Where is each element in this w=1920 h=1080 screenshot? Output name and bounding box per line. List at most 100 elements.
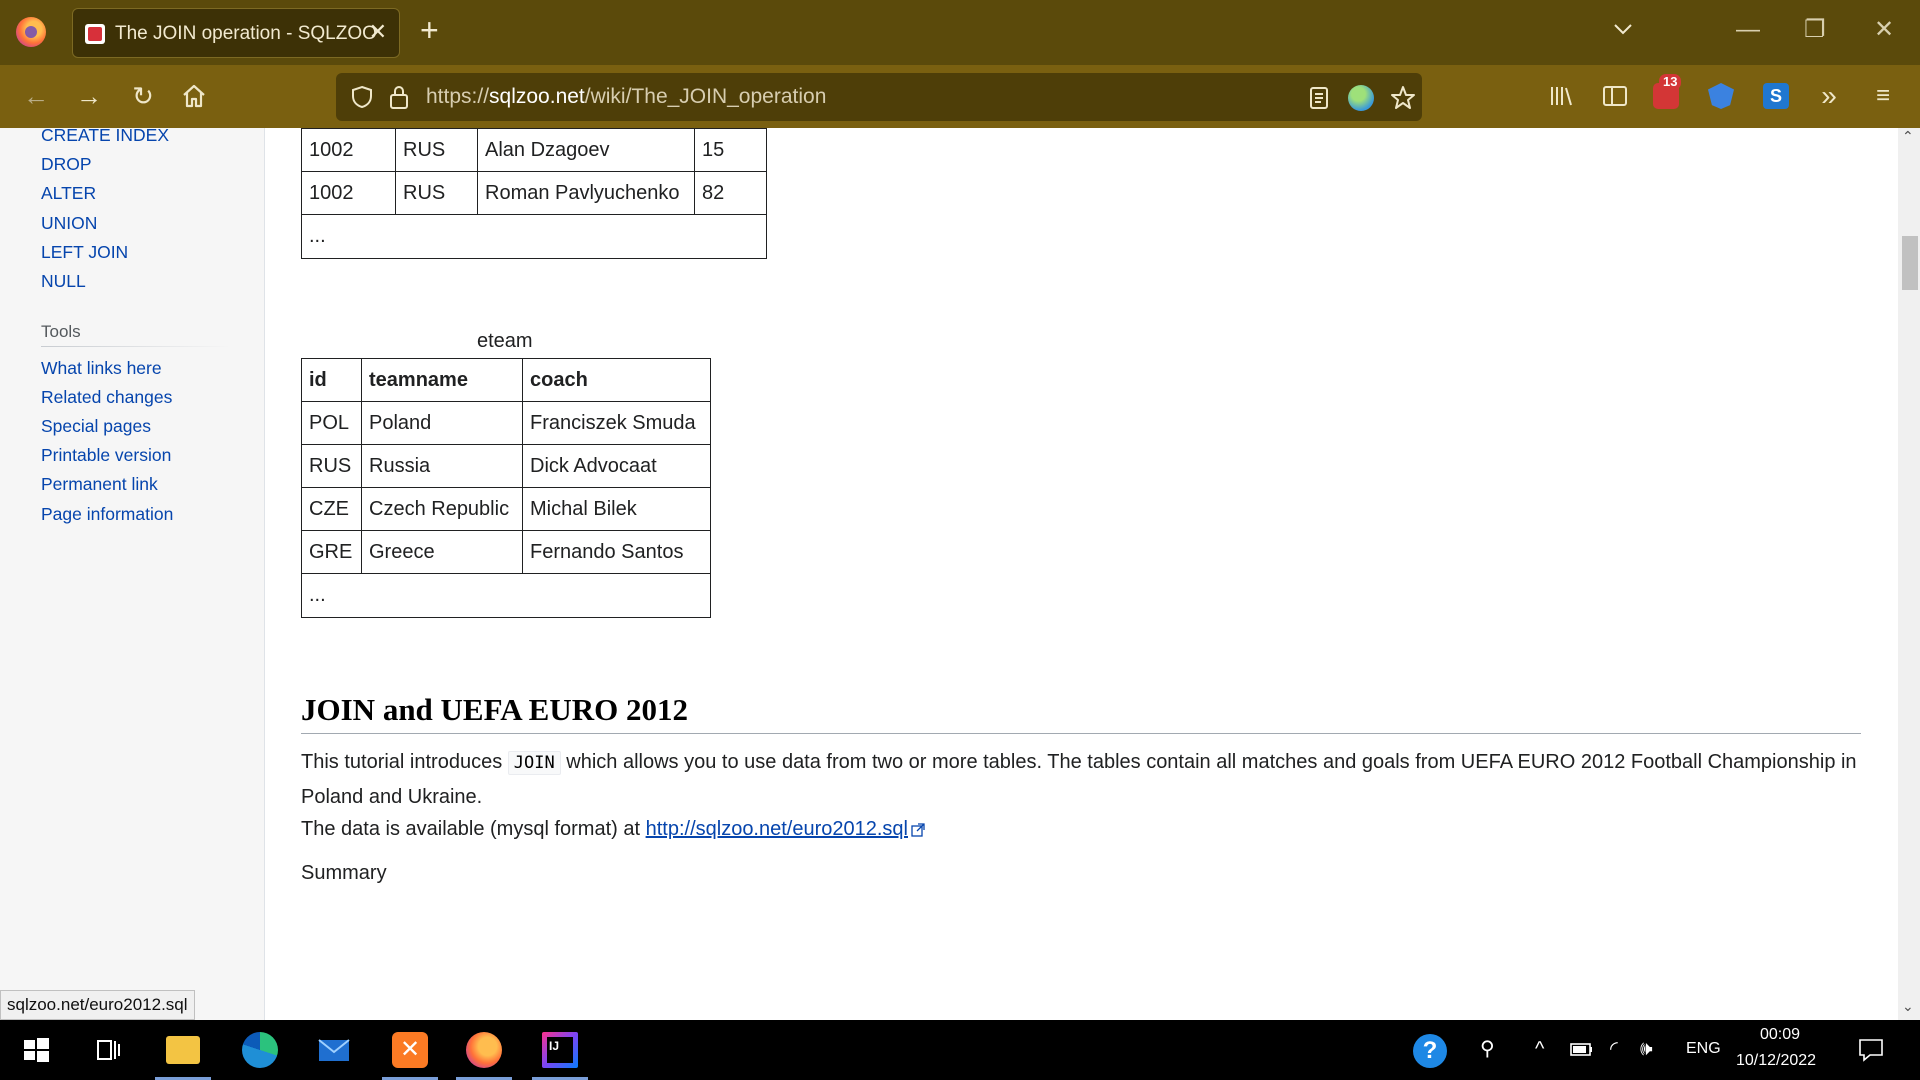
- notifications-icon[interactable]: [1858, 1038, 1884, 1062]
- external-link-icon: [911, 823, 925, 837]
- table-cell: Fernando Santos: [522, 530, 711, 574]
- scrollbar-thumb[interactable]: [1902, 236, 1918, 290]
- back-arrow-icon[interactable]: ←: [19, 79, 53, 113]
- volume-icon[interactable]: 🕪: [1640, 1038, 1653, 1060]
- reload-icon[interactable]: ↻: [126, 79, 160, 113]
- intellij-idea-icon[interactable]: IJ: [542, 1032, 578, 1068]
- section-heading: JOIN and UEFA EURO 2012: [301, 692, 688, 727]
- page-scrollbar[interactable]: ⌃ ⌄: [1898, 128, 1920, 1020]
- table-cell: POL: [301, 401, 362, 445]
- bookmark-star-icon[interactable]: [1390, 85, 1416, 111]
- data-text: The data is available (mysql format) at: [301, 818, 646, 840]
- table-cell: Roman Pavlyuchenko: [477, 171, 695, 215]
- url-text[interactable]: https://sqlzoo.net/wiki/The_JOIN_operati…: [426, 85, 826, 109]
- windows-start-icon[interactable]: [18, 1032, 54, 1068]
- sidebar-link-create-index[interactable]: CREATE INDEX: [41, 128, 169, 146]
- translate-globe-icon[interactable]: [1348, 85, 1374, 111]
- url-host: sqlzoo.net: [489, 85, 585, 108]
- sidebar-toggle-icon[interactable]: [1600, 81, 1630, 111]
- summary-text: Summary: [301, 862, 387, 884]
- url-prefix: https://: [426, 85, 490, 108]
- table-cell: Czech Republic: [361, 487, 523, 531]
- new-tab-button[interactable]: +: [420, 14, 439, 46]
- minimize-button[interactable]: —: [1736, 18, 1760, 42]
- help-question-icon[interactable]: ?: [1413, 1034, 1447, 1068]
- forward-arrow-icon[interactable]: →: [72, 79, 106, 113]
- table-cell: RUS: [395, 171, 478, 215]
- people-icon[interactable]: ⚲: [1480, 1038, 1495, 1060]
- tracking-protection-shield-icon[interactable]: [350, 85, 374, 109]
- table-cell: Poland: [361, 401, 523, 445]
- padlock-icon[interactable]: [388, 84, 410, 110]
- table-row-ellipsis: ...: [301, 573, 711, 618]
- wiki-sidebar: CREATE INDEX DROP ALTER UNION LEFT JOIN …: [0, 128, 265, 1020]
- table-cell: Greece: [361, 530, 523, 574]
- table-cell: ...: [301, 573, 711, 618]
- edge-browser-icon[interactable]: [242, 1032, 278, 1068]
- clock-date[interactable]: 10/12/2022: [1736, 1052, 1816, 1070]
- heading-divider: [301, 733, 1861, 734]
- library-icon[interactable]: [1546, 81, 1576, 111]
- extension-s-icon[interactable]: S: [1763, 83, 1789, 109]
- sidebar-link-printable-version[interactable]: Printable version: [41, 445, 171, 466]
- browser-nav-bar: ← → ↻ https://sqlzoo.net/wiki/The_JOIN_o…: [0, 65, 1920, 128]
- link-status-bar: sqlzoo.net/euro2012.sql: [0, 990, 195, 1020]
- table-cell: RUS: [301, 444, 362, 488]
- clock-time[interactable]: 00:09: [1760, 1026, 1800, 1044]
- mail-icon[interactable]: [316, 1032, 352, 1068]
- firefox-logo-icon[interactable]: [16, 17, 46, 47]
- table-row: POL Poland Franciszek Smuda: [301, 401, 711, 445]
- wifi-icon[interactable]: ◜: [1610, 1038, 1618, 1060]
- table-cell: 1002: [301, 128, 396, 172]
- task-view-icon[interactable]: [90, 1032, 126, 1068]
- firefox-taskbar-icon[interactable]: [466, 1032, 502, 1068]
- sidebar-link-related-changes[interactable]: Related changes: [41, 387, 172, 408]
- home-icon[interactable]: [180, 82, 208, 110]
- sidebar-link-page-information[interactable]: Page information: [41, 504, 173, 525]
- restore-button[interactable]: ❐: [1804, 18, 1826, 42]
- data-paragraph: The data is available (mysql format) at …: [301, 812, 1861, 846]
- column-header: teamname: [361, 358, 523, 402]
- sidebar-link-special-pages[interactable]: Special pages: [41, 416, 151, 437]
- show-hidden-icons-chevron-icon[interactable]: ^: [1535, 1038, 1544, 1060]
- table-cell: CZE: [301, 487, 362, 531]
- browser-tab-active[interactable]: The JOIN operation - SQLZOO ✕: [72, 8, 400, 58]
- euro2012-sql-link[interactable]: http://sqlzoo.net/euro2012.sql: [646, 818, 908, 840]
- table-cell: 1002: [301, 171, 396, 215]
- table-cell: Russia: [361, 444, 523, 488]
- overflow-menu-chevron-icon[interactable]: »: [1814, 81, 1844, 111]
- xampp-icon[interactable]: ✕: [392, 1032, 428, 1068]
- battery-icon[interactable]: [1570, 1038, 1594, 1060]
- sidebar-link-what-links-here[interactable]: What links here: [41, 358, 162, 379]
- sidebar-link-alter[interactable]: ALTER: [41, 183, 96, 204]
- sidebar-link-null[interactable]: NULL: [41, 271, 86, 292]
- eteam-table: id teamname coach POL Poland Franciszek …: [301, 358, 711, 618]
- table-cell: ...: [301, 214, 767, 259]
- column-header: id: [301, 358, 362, 402]
- file-explorer-icon[interactable]: [166, 1036, 200, 1064]
- reader-view-icon[interactable]: [1306, 85, 1332, 111]
- table-cell: 15: [694, 128, 767, 172]
- eteam-caption: eteam: [477, 330, 533, 352]
- sidebar-link-union[interactable]: UNION: [41, 213, 97, 234]
- hamburger-menu-icon[interactable]: ≡: [1868, 81, 1898, 111]
- scroll-up-arrow-icon[interactable]: ⌃: [1902, 128, 1914, 145]
- web-page: CREATE INDEX DROP ALTER UNION LEFT JOIN …: [0, 128, 1898, 1020]
- join-code: JOIN: [507, 751, 561, 775]
- column-header: coach: [522, 358, 711, 402]
- table-row: GRE Greece Fernando Santos: [301, 530, 711, 574]
- sidebar-link-left-join[interactable]: LEFT JOIN: [41, 242, 128, 263]
- table-row: 1002 RUS Alan Dzagoev 15: [301, 128, 767, 172]
- window-close-button[interactable]: ✕: [1874, 18, 1894, 42]
- table-cell: Dick Advocaat: [522, 444, 711, 488]
- table-cell: Alan Dzagoev: [477, 128, 695, 172]
- tab-close-icon[interactable]: ✕: [369, 21, 387, 43]
- list-all-tabs-icon[interactable]: [1612, 18, 1634, 40]
- language-indicator[interactable]: ENG: [1686, 1040, 1721, 1058]
- sidebar-link-drop[interactable]: DROP: [41, 154, 92, 175]
- scroll-down-arrow-icon[interactable]: ⌄: [1902, 998, 1914, 1015]
- sidebar-link-permanent-link[interactable]: Permanent link: [41, 474, 158, 495]
- extension-fox-shield-icon[interactable]: [1708, 83, 1734, 109]
- address-bar[interactable]: https://sqlzoo.net/wiki/The_JOIN_operati…: [336, 73, 1422, 121]
- table-cell: RUS: [395, 128, 478, 172]
